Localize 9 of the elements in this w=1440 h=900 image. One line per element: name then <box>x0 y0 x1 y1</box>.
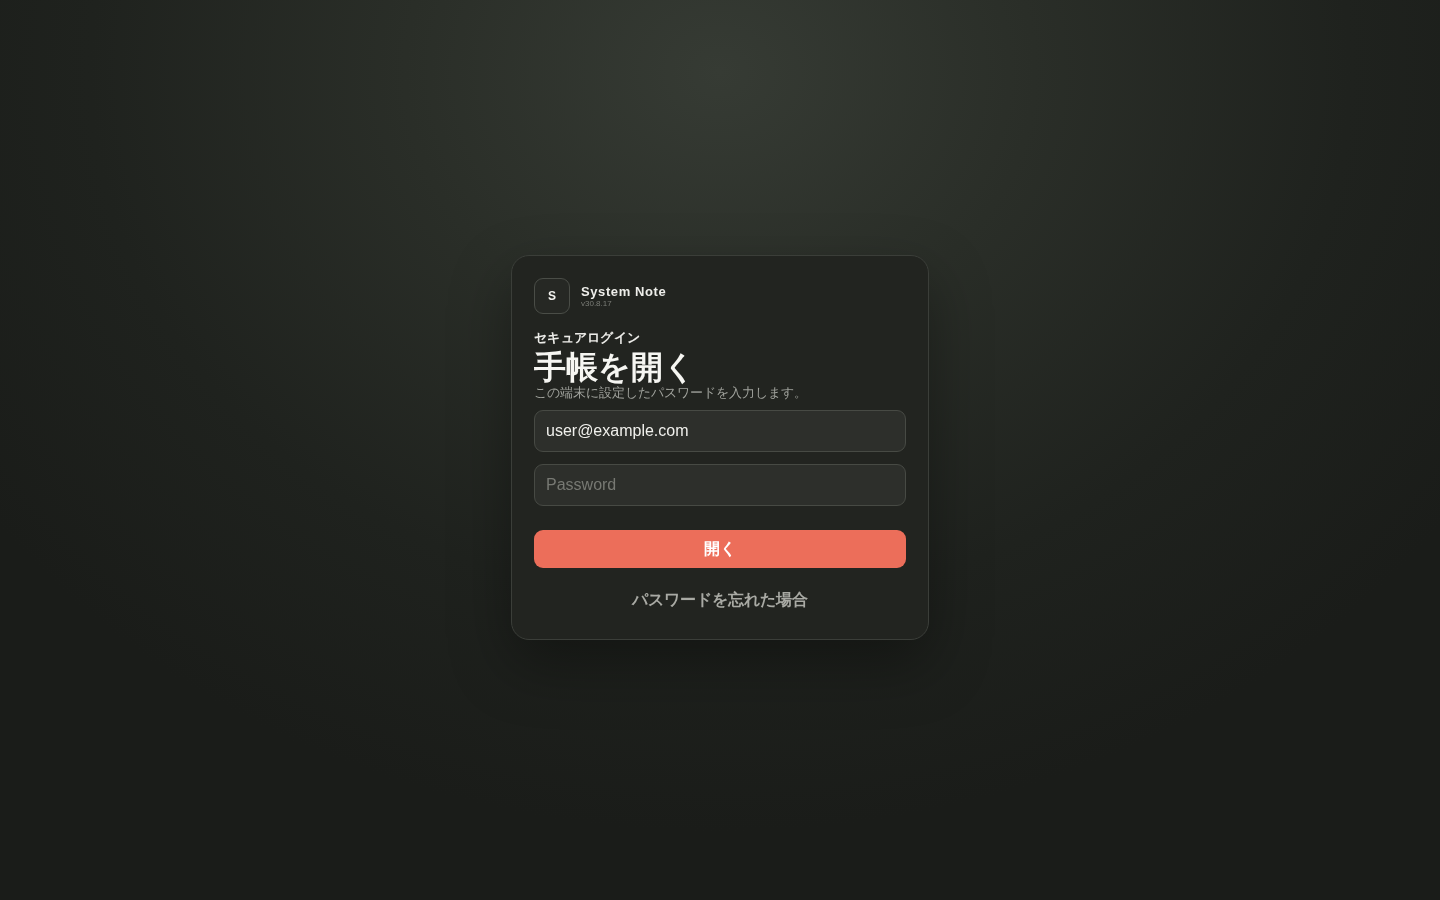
app-logo: S <box>534 278 570 314</box>
password-field[interactable]: Password <box>534 464 906 506</box>
subtitle-text: この端末に設定したパスワードを入力します。 <box>534 385 807 400</box>
forgot-password-link[interactable]: パスワードを忘れた場合 <box>632 590 808 611</box>
page-title: 手帳を開く <box>534 349 696 385</box>
app-version: v30.8.17 <box>581 299 612 308</box>
app-name: System Note <box>581 284 667 299</box>
email-field[interactable]: user@example.com <box>534 410 906 452</box>
eyebrow-label: セキュアログイン <box>534 330 641 345</box>
